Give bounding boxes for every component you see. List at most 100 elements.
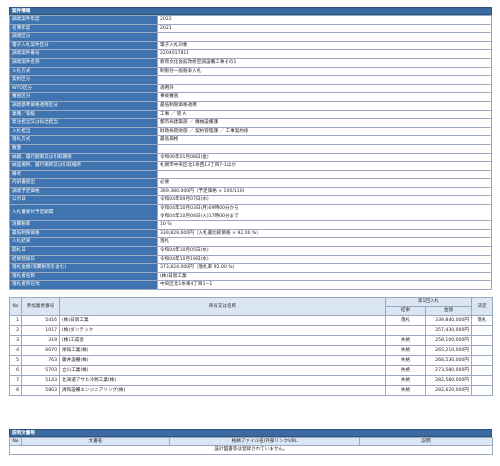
bid-row: 8 5803 清和設備エンジニアリング(株) 失格 282,620,000円 — [9, 385, 493, 396]
bid-reg-cell: 763 — [21, 355, 60, 366]
info-row: 電子入札案件区分 電子入札対象 — [9, 40, 492, 51]
bid-amount-cell: 268,530,000円 — [425, 355, 472, 366]
info-value: 10 % — [157, 220, 492, 230]
bid-decision-cell — [471, 355, 493, 366]
info-row: 入札結果 落札 — [9, 237, 492, 248]
case-info-section: 案件情報 調達案件年度 2022 名簿年度 2021 調達区分 電子入札案件区分 電子入札対… — [9, 7, 493, 396]
info-label: 業種／等級 — [9, 109, 158, 120]
bid-name-cell: 清和設備エンジニアリング(株) — [59, 385, 386, 396]
info-value: 工事 ／ 管 A — [157, 109, 492, 120]
doc-col-file: 格納ファイル名/外部リンクURL — [169, 437, 360, 446]
bid-name-cell: 栄知工業(株) — [59, 345, 386, 356]
info-row: 審査区分 事後審査 — [9, 92, 492, 102]
bid-amount-cell: 258,100,000円 — [425, 335, 472, 346]
info-value: 制限付一般競争入札 — [157, 66, 492, 77]
bid-decision-cell — [471, 345, 493, 356]
info-value: 電子入札対象 — [157, 40, 492, 51]
bid-name-cell: (株)日新工業 — [59, 315, 386, 326]
bid-row: 5 763 藤井設備(株) 失格 268,530,000円 — [9, 355, 493, 366]
bid-row: 4 6070 栄知工業(株) 失格 265,210,000円 — [9, 345, 493, 356]
bid-result-cell: 失格 — [385, 375, 426, 386]
bid-reg-cell: 1017 — [21, 325, 60, 336]
info-label: 入札結果 — [9, 237, 158, 248]
info-value: 適用外 — [157, 83, 492, 94]
info-value: 令和04年10月19日(水) — [157, 254, 492, 265]
info-value: 最低価格 — [157, 135, 492, 145]
info-value: 事後審査 — [157, 92, 492, 102]
info-value: 2204017811 — [157, 49, 492, 59]
info-row: 落札金額(消費税等を含む) 373,824,000円（落札率 92.00 %） — [9, 263, 492, 273]
bid-decision-cell — [471, 325, 493, 336]
col-no: No — [9, 297, 22, 316]
documents-table: No 文書名 格納ファイル名/外部リンクURL 説明 設計図書等は登録されていま… — [9, 437, 493, 455]
bid-reg-cell: 5703 — [21, 365, 60, 376]
bid-result-cell: 失格 — [385, 365, 426, 376]
info-label: 落札金額(消費税等を含む) — [9, 263, 158, 273]
col-reg-number: 参加業者番号 — [21, 297, 60, 316]
info-label: 調達区分 — [9, 32, 158, 42]
documents-section: 説明文書等 No 文書名 格納ファイル名/外部リンクURL 説明 設計図書等は登… — [9, 429, 493, 455]
col-decision: 決定 — [471, 297, 493, 316]
bid-decision-cell — [471, 375, 493, 386]
bid-decision-cell — [471, 335, 493, 346]
info-label: 落札方式 — [9, 135, 158, 145]
info-label: 最低制限価格 — [9, 228, 158, 239]
bid-name-cell: 藤井設備(株) — [59, 355, 386, 366]
info-value: 令和04年09月07日(水) — [157, 195, 492, 206]
info-value — [157, 143, 492, 154]
info-value: (株)日新工業 — [157, 271, 492, 282]
info-value: 教育文化会館改修空調設備工事その1 — [157, 57, 492, 68]
bid-result-cell: 失格 — [385, 345, 426, 356]
info-row: 業種／等級 工事 ／ 管 A — [9, 109, 492, 120]
info-row: 内訳書提出 必要 — [9, 178, 492, 188]
info-value: 札幌市中央区北1条西13丁目7-1ほか — [157, 161, 492, 171]
bid-row: 1 5416 (株)日新工業 落札 339,840,000円 落札 — [9, 315, 493, 326]
info-row: 発注担当又は払出担当 都市局建築部 ／ 機械設備課 — [9, 118, 492, 128]
info-row: 調達予定価格 369,380,000円（予定価格 × 100/110） — [9, 186, 492, 197]
bid-reg-cell: 5143 — [21, 375, 60, 386]
bid-amount-cell: 273,580,000円 — [425, 365, 472, 376]
bid-amount-cell: 357,430,000円 — [425, 325, 472, 336]
info-value: 都市局建築部 ／ 機械設備課 — [157, 118, 492, 128]
info-label: 電子入札案件区分 — [9, 40, 158, 51]
documents-empty-message: 設計図書等は登録されていません。 — [9, 445, 493, 455]
bid-results-table: No 参加業者番号 商号又は名称 第1回入札 決定 結果 金額 1 5416 (株)… — [9, 297, 493, 396]
info-label: 調達案件年度 — [9, 15, 158, 25]
info-label: 名簿年度 — [9, 23, 158, 34]
info-value — [157, 75, 492, 85]
bid-row: 2 1017 (株)ダンテック 357,430,000円 — [9, 325, 493, 336]
info-value: 2021 — [157, 23, 492, 34]
info-label: 落札者所在地 — [9, 280, 158, 290]
bid-row: 6 5703 立川工業(株) 失格 273,580,000円 — [9, 365, 493, 376]
info-value: 財政局管財部 ／ 契約管理課 ／ 工事契約係 — [157, 126, 492, 137]
bid-amount-cell: 339,840,000円 — [425, 315, 472, 326]
col-amount: 金額 — [425, 306, 472, 316]
info-row: 公示日 令和04年09月07日(水) — [9, 195, 492, 206]
doc-col-desc: 説明 — [359, 437, 493, 446]
bid-result-cell: 落札 — [385, 315, 426, 326]
info-label: 備考 — [9, 169, 158, 180]
info-row: 入札担当 財政局管財部 ／ 契約管理課 ／ 工事契約係 — [9, 126, 492, 137]
info-row: 調達区分 — [9, 32, 492, 42]
bid-no-cell: 1 — [9, 315, 22, 326]
bid-name-cell: (株)ダンテック — [59, 325, 386, 336]
bid-name-cell: 北海道アサヒ冷熱工業(株) — [59, 375, 386, 386]
info-label: 入札担当 — [9, 126, 158, 137]
info-label: 入札書受付予定期間 — [9, 204, 158, 222]
info-value: 令和06年01月08日(金) — [157, 152, 492, 163]
bid-amount-cell: 265,210,000円 — [425, 345, 472, 356]
bid-result-cell: 失格 — [385, 385, 426, 396]
info-row: 開札日 令和04年10月05日(水) — [9, 246, 492, 256]
bid-name-cell: (株)工成舎 — [59, 335, 386, 346]
info-label: 審査区分 — [9, 92, 158, 102]
info-label: 発注担当又は払出担当 — [9, 118, 158, 128]
info-row: 落札方式 最低価格 — [9, 135, 492, 145]
bid-decision-cell — [471, 385, 493, 396]
info-row: 数量 — [9, 143, 492, 154]
info-label: 契約区分 — [9, 75, 158, 85]
bid-decision-cell: 落札 — [471, 315, 493, 326]
bid-no-cell: 8 — [9, 385, 22, 396]
bid-amount-cell: 282,620,000円 — [425, 385, 472, 396]
info-row: 調達案件名称 教育文化会館改修空調設備工事その1 — [9, 57, 492, 68]
documents-title: 説明文書等 — [9, 429, 492, 437]
